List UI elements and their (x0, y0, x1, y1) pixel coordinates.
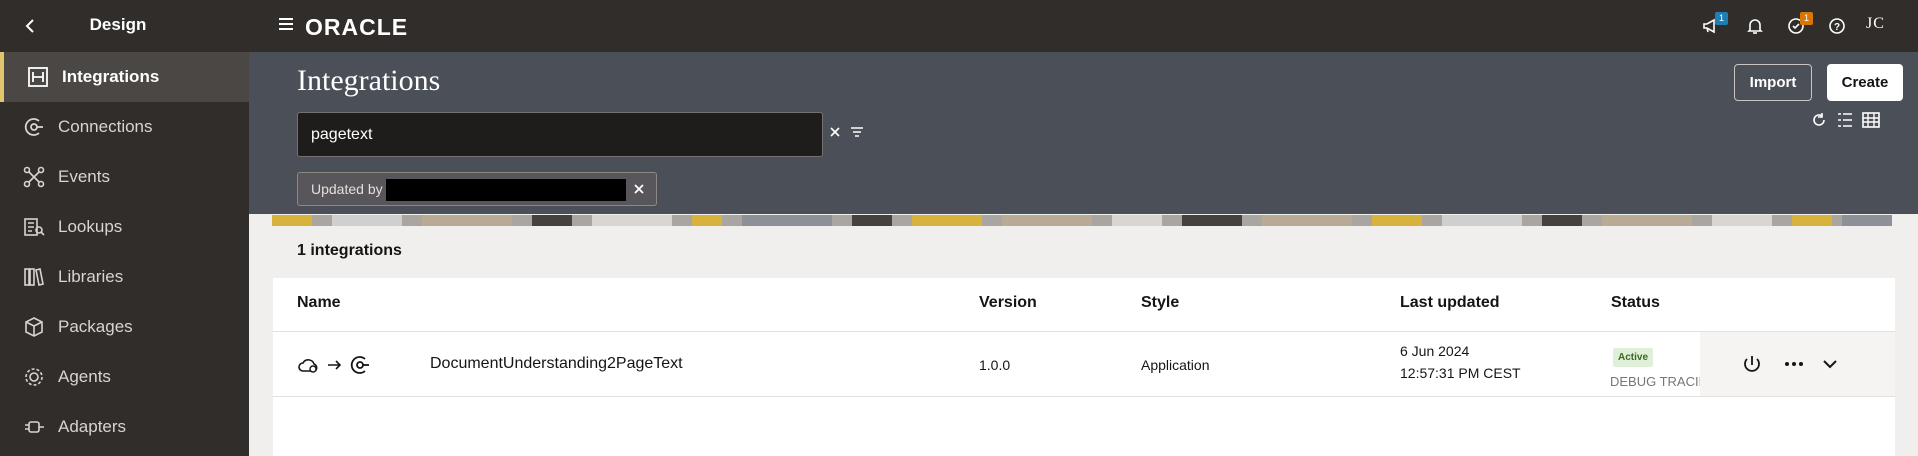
adapters-icon (22, 415, 46, 439)
libraries-icon (22, 265, 46, 289)
sidebar-item-label: Integrations (62, 67, 160, 86)
filter-button[interactable] (849, 124, 867, 142)
decorative-banner (272, 214, 1892, 226)
status-badge: Active (1613, 348, 1654, 367)
tasks-badge: 1 (1800, 12, 1813, 25)
column-header-style[interactable]: Style (1141, 294, 1179, 312)
sidebar-item-adapters[interactable]: Adapters (0, 402, 249, 452)
search-input[interactable]: pagetext (297, 112, 823, 157)
notifications-button[interactable] (1744, 15, 1766, 37)
more-horizontal-icon (1785, 362, 1803, 366)
power-icon (1744, 356, 1760, 372)
sidebar-item-libraries[interactable]: Libraries (0, 252, 249, 302)
sidebar-item-label: Events (58, 167, 110, 186)
sidebar-item-integrations[interactable]: Integrations (0, 52, 249, 102)
import-button[interactable]: Import (1734, 64, 1812, 101)
list-view-icon (1838, 113, 1852, 127)
integration-version: 1.0.0 (979, 357, 1011, 373)
menu-button[interactable] (277, 15, 297, 35)
column-header-last-updated[interactable]: Last updated (1400, 294, 1500, 312)
invoke-connection-icon (349, 354, 371, 381)
oracle-logo[interactable]: ORACLE (305, 14, 408, 41)
announcements-badge: 1 (1715, 12, 1728, 25)
hamburger-icon (279, 18, 293, 30)
close-icon (634, 184, 644, 194)
grid-view-icon (1862, 112, 1880, 128)
sidebar-item-packages[interactable]: Packages (0, 302, 249, 352)
user-avatar[interactable]: JC (1866, 15, 1885, 33)
close-icon (830, 127, 840, 137)
sidebar-item-events[interactable]: Events (0, 152, 249, 202)
help-button[interactable]: ? (1826, 15, 1848, 37)
clear-search-button[interactable] (827, 124, 845, 142)
column-header-name[interactable]: Name (297, 294, 341, 312)
more-actions-button[interactable] (1782, 352, 1806, 376)
sidebar-item-label: Agents (58, 367, 111, 386)
sidebar-item-agents[interactable]: Agents (0, 352, 249, 402)
sidebar-item-label: Connections (58, 117, 153, 136)
activate-button[interactable] (1740, 352, 1764, 376)
content-area: 1 integrations Name Version Style Last u… (249, 226, 1918, 456)
sidebar-item-label: Lookups (58, 217, 123, 236)
chevron-down-icon (1823, 360, 1837, 369)
header-divider (273, 331, 1895, 332)
filter-icon (851, 127, 863, 137)
row-divider (273, 396, 1895, 397)
integration-name-link[interactable]: DocumentUnderstanding2PageText (430, 355, 683, 373)
status-subtext: DEBUG TRACING (1610, 374, 1700, 389)
section-title: Design (89, 15, 147, 34)
tasks-button[interactable]: 1 (1785, 12, 1813, 37)
events-icon (22, 165, 46, 189)
sidebar-item-connections[interactable]: Connections (0, 102, 249, 152)
top-bar: Design ORACLE 1 1 ? JC (0, 0, 1918, 52)
arrow-right-icon (327, 354, 343, 381)
sidebar-item-label: Packages (58, 317, 133, 336)
column-header-version[interactable]: Version (979, 294, 1037, 312)
column-header-status[interactable]: Status (1611, 294, 1660, 312)
help-icon: ? (1829, 18, 1845, 34)
updated-time: 12:57:31 PM CEST (1400, 365, 1521, 381)
updated-date: 6 Jun 2024 (1400, 343, 1470, 359)
redacted-value (386, 179, 626, 201)
filter-chip: Updated by (297, 172, 657, 206)
sidebar-item-lookups[interactable]: Lookups (0, 202, 249, 252)
filter-chip-label: Updated by (311, 181, 383, 197)
lookups-icon (22, 215, 46, 239)
connections-icon (22, 115, 46, 139)
sidebar-item-label: Libraries (58, 267, 124, 286)
packages-icon (22, 315, 46, 339)
result-count: 1 integrations (297, 242, 402, 259)
expand-row-button[interactable] (1818, 352, 1842, 376)
page-header: Integrations pagetext Updated by Import … (249, 52, 1918, 214)
bell-icon (1747, 19, 1763, 34)
announcements-button[interactable]: 1 (1700, 12, 1728, 37)
sidebar-item-label: Adapters (58, 417, 127, 436)
row-actions (1700, 332, 1895, 396)
create-button[interactable]: Create (1827, 64, 1903, 101)
sidebar: Integrations Connections Events Lookups … (0, 52, 249, 456)
svg-text:?: ? (1834, 22, 1840, 33)
grid-view-button[interactable] (1862, 111, 1882, 131)
remove-filter-button[interactable] (631, 181, 647, 197)
page-title: Integrations (297, 64, 441, 97)
list-view-button[interactable] (1836, 111, 1856, 131)
agents-icon (22, 365, 46, 389)
integration-style: Application (1141, 357, 1210, 373)
refresh-button[interactable] (1810, 111, 1830, 131)
refresh-icon (1813, 113, 1825, 126)
integrations-table: Name Version Style Last updated Status D… (273, 278, 1895, 456)
integrations-icon (26, 65, 50, 89)
trigger-cloud-icon (297, 354, 321, 381)
